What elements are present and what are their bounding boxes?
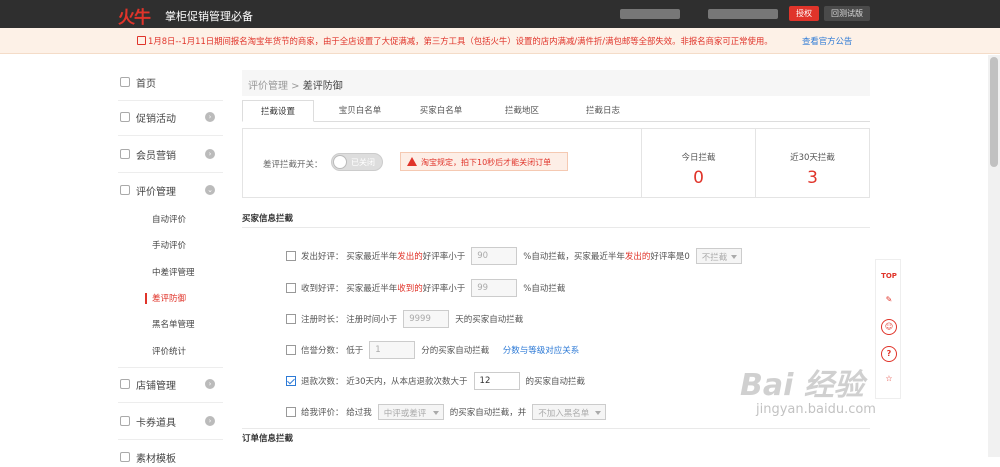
brand-slogan: 掌柜促销管理必备: [165, 10, 253, 23]
watermark-url: jingyan.baidu.com: [756, 402, 876, 417]
help-icon[interactable]: ?: [881, 346, 897, 362]
sidebar-sub-bad-review-management[interactable]: 中差评管理: [152, 266, 195, 278]
checkbox[interactable]: [286, 314, 296, 324]
template-icon: [120, 452, 130, 462]
breadcrumb: 评价管理 > 差评防御: [242, 70, 870, 96]
blurred-user-info: [620, 9, 680, 19]
card-icon: [120, 416, 130, 426]
section-order-title: 订单信息拦截: [242, 434, 294, 444]
chevron-right-icon: ›: [205, 149, 215, 159]
sidebar-item-coupons[interactable]: 卡券道具 ›: [120, 411, 220, 431]
warning-tip: 淘宝规定，拍下10秒后才能关闭订单: [400, 152, 568, 171]
sidebar-item-templates[interactable]: 素材模板: [120, 447, 220, 467]
refund-count-input[interactable]: 12: [473, 372, 520, 390]
divider: [118, 100, 223, 101]
checkbox[interactable]: [286, 407, 296, 417]
tab-intercept-log[interactable]: 拦截日志: [567, 100, 639, 122]
intercept-panel: 差评拦截开关： 已关闭 淘宝规定，拍下10秒后才能关闭订单 今日拦截 0 近30天…: [242, 128, 870, 198]
divider: [118, 439, 223, 440]
score-input[interactable]: 1: [369, 341, 416, 359]
breadcrumb-parent[interactable]: 评价管理: [248, 81, 288, 92]
score-level-link[interactable]: 分数与等级对应关系: [503, 344, 580, 356]
rate-input[interactable]: 99: [471, 279, 518, 297]
section-buyer-title: 买家信息拦截: [242, 214, 294, 224]
divider: [118, 135, 223, 136]
rule-row-refunds: 退款次数： 近30天内，从本店退款次数大于 12 的买家自动拦截: [286, 372, 585, 390]
sidebar-item-review-management[interactable]: 评价管理 ⌄: [120, 180, 220, 200]
scrollbar-thumb[interactable]: [990, 57, 998, 167]
scrollbar[interactable]: [988, 55, 1000, 457]
notice-text: 1月8日--1月11日期间报名淘宝年货节的商家，由于全店设置了大促满减，第三方工…: [148, 36, 773, 46]
blurred-shop-info: [708, 9, 778, 19]
notice-link[interactable]: 查看官方公告: [802, 35, 852, 47]
sidebar: 首页 促销活动 › 会员营销 › 评价管理 ⌄ 自动评价 手动评价 中差评管理 差评防…: [0, 55, 228, 465]
review-type-select[interactable]: 中评或差评: [377, 404, 444, 420]
tab-bar: 拦截设置 宝贝白名单 买家白名单 拦截地区 拦截日志: [242, 100, 870, 122]
breadcrumb-current: 差评防御: [302, 81, 343, 92]
tag-icon: [120, 112, 130, 122]
divider: [118, 172, 223, 173]
sidebar-sub-bad-review-defense[interactable]: 差评防御: [152, 292, 186, 304]
shop-icon: [120, 379, 130, 389]
blacklist-select[interactable]: 不加入黑名单: [532, 404, 607, 420]
watermark-brand: Bai 经验: [740, 368, 864, 403]
sidebar-sub-manual-review[interactable]: 手动评价: [152, 239, 186, 251]
checkbox[interactable]: [286, 283, 296, 293]
auth-button[interactable]: 授权: [789, 6, 819, 21]
rule-row-registration: 注册时长： 注册时间小于 9999 天的买家自动拦截: [286, 310, 523, 328]
chevron-right-icon: ›: [205, 416, 215, 426]
chevron-right-icon: ›: [205, 112, 215, 122]
rate-input[interactable]: 90: [471, 247, 518, 265]
stat-30days: 近30天拦截 3: [755, 129, 869, 197]
rule-row-positive-received: 收到好评： 买家最近半年 收到的 好评率小于 99 %自动拦截: [286, 279, 565, 297]
chat-icon[interactable]: ☺: [881, 319, 897, 335]
checkbox[interactable]: [286, 251, 296, 261]
home-icon: [120, 77, 130, 87]
tab-intercept-settings[interactable]: 拦截设置: [242, 100, 314, 122]
comment-icon: [120, 185, 130, 195]
sidebar-item-home[interactable]: 首页: [120, 72, 220, 92]
logo: 火牛: [118, 8, 151, 28]
speaker-icon: [137, 36, 146, 45]
tab-buyer-whitelist[interactable]: 买家白名单: [405, 100, 477, 122]
checkbox[interactable]: [286, 345, 296, 355]
top-bar: 火牛 掌柜促销管理必备 授权 回测试版: [0, 0, 1000, 28]
switch-label: 差评拦截开关：: [263, 160, 323, 170]
sidebar-item-shop-management[interactable]: 店铺管理 ›: [120, 374, 220, 394]
divider: [118, 402, 223, 403]
stat-today: 今日拦截 0: [641, 129, 755, 197]
tab-intercept-regions[interactable]: 拦截地区: [486, 100, 558, 122]
notice-bar: 1月8日--1月11日期间报名淘宝年货节的商家，由于全店设置了大促满减，第三方工…: [0, 28, 1000, 54]
rule-row-my-reviews: 给我评价： 给过我 中评或差评 的买家自动拦截，并 不加入黑名单: [286, 403, 612, 421]
back-to-top-button[interactable]: TOP: [881, 268, 897, 284]
user-icon: [120, 149, 130, 159]
checkbox-checked[interactable]: [286, 376, 296, 386]
intercept-switch[interactable]: 已关闭: [331, 153, 383, 171]
floating-toolbar: TOP ✎ ☺ ? ☆: [875, 259, 901, 399]
days-input[interactable]: 9999: [403, 310, 450, 328]
switch-knob: [333, 155, 347, 169]
rule-row-positive-sent: 发出好评： 买家最近半年 发出的 好评率小于 90 %自动拦截，买家最近半年 发出的好…: [286, 247, 748, 265]
divider: [242, 428, 870, 429]
sidebar-item-member-marketing[interactable]: 会员营销 ›: [120, 144, 220, 164]
sidebar-sub-auto-review[interactable]: 自动评价: [152, 213, 186, 225]
rule-row-credit-score: 信誉分数： 低于 1 分的买家自动拦截 分数与等级对应关系: [286, 341, 579, 359]
warning-icon: [407, 157, 417, 166]
chevron-down-icon: ⌄: [205, 185, 215, 195]
divider: [242, 227, 870, 228]
active-indicator: [145, 293, 147, 304]
sidebar-sub-review-stats[interactable]: 评价统计: [152, 345, 186, 357]
zero-rate-select[interactable]: 不拦截: [695, 248, 742, 264]
back-to-test-button[interactable]: 回测试版: [824, 6, 870, 21]
sidebar-sub-blacklist[interactable]: 黑名单管理: [152, 318, 195, 330]
tab-item-whitelist[interactable]: 宝贝白名单: [324, 100, 396, 122]
chevron-right-icon: ›: [205, 379, 215, 389]
star-icon[interactable]: ☆: [881, 371, 897, 387]
sidebar-item-promotions[interactable]: 促销活动 ›: [120, 107, 220, 127]
edit-icon[interactable]: ✎: [881, 292, 897, 308]
divider: [118, 367, 223, 368]
